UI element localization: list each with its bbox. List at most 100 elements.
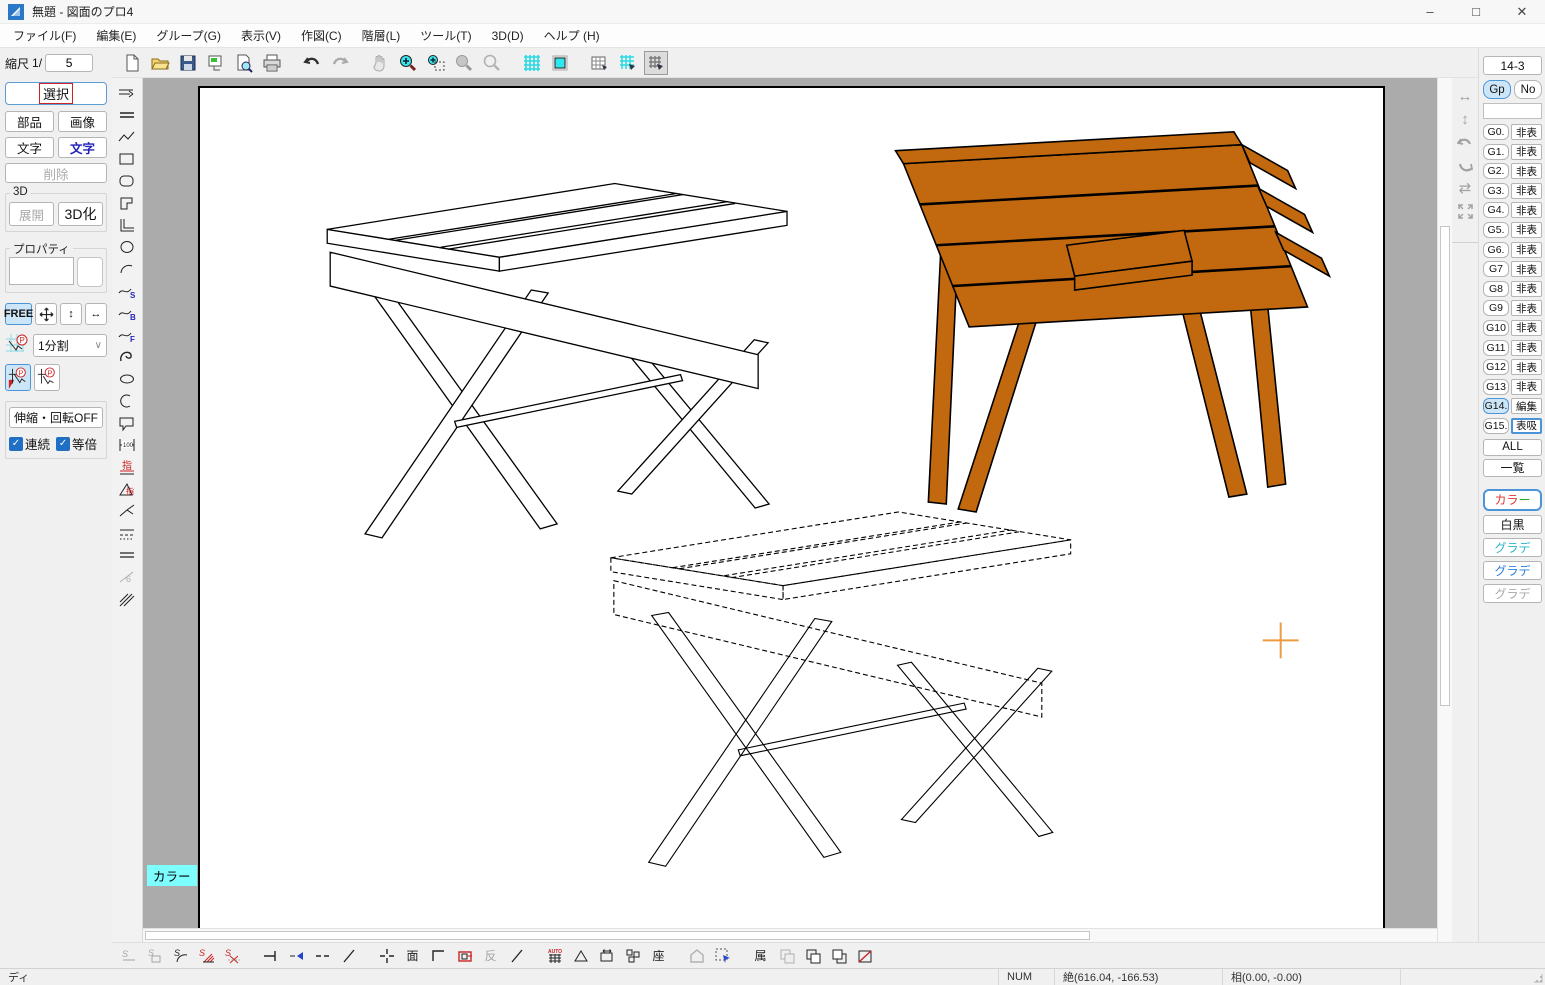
layer-g13-state[interactable]: 非表 [1511,379,1542,395]
layer-g14-state[interactable]: 編集 [1511,398,1542,414]
menu-edit[interactable]: 編集(E) [87,24,145,47]
equal-scale-checkbox[interactable]: ✓ 等倍 [56,434,97,453]
parallel-lines-icon[interactable] [115,104,139,125]
fit-view-icon[interactable] [1455,201,1475,221]
dimension-icon[interactable]: 100 [115,434,139,455]
snap-grid-icon[interactable]: S [144,945,165,966]
grid-snap-icon[interactable]: P [5,333,30,358]
measure-disabled-icon[interactable]: 6 [115,566,139,587]
display-gradient3-button[interactable]: グラデ [1483,584,1542,603]
layer-g4-state[interactable]: 非表 [1511,202,1542,218]
zoom-in-icon[interactable] [396,51,420,75]
delete-button[interactable]: 削除 [5,163,107,183]
layer-g7-state[interactable]: 非表 [1511,261,1542,277]
horizontal-scrollbar[interactable] [143,928,1437,942]
auto-dimension-icon[interactable]: AUTO [544,945,565,966]
continuous-checkbox[interactable]: ✓ 連続 [9,434,50,453]
save-icon[interactable] [176,51,200,75]
ellipse-icon[interactable] [115,368,139,389]
scale-input[interactable] [45,54,93,72]
layer-g15-button[interactable]: G15. [1483,418,1509,434]
balloon-icon[interactable] [115,412,139,433]
layer-g2-button[interactable]: G2. [1483,163,1509,179]
linetype-double-icon[interactable] [115,544,139,565]
table-wireframe[interactable] [327,184,787,538]
zoom-window-icon[interactable] [424,51,448,75]
close-button[interactable]: ✕ [1499,0,1545,23]
menu-help[interactable]: ヘルプ (H) [535,24,609,47]
sheet-settings-icon[interactable] [588,51,612,75]
table-rendered-3d[interactable] [896,132,1330,512]
select-area-icon[interactable] [712,945,733,966]
hatch-lines-icon[interactable] [115,588,139,609]
layer-g7-button[interactable]: G7 [1483,261,1509,277]
divide-select[interactable]: 1分割 ∨ [33,334,107,357]
layer-g3-button[interactable]: G3. [1483,183,1509,199]
flip-horizontal-icon[interactable]: ↔ [1455,86,1475,106]
image-button[interactable]: 画像 [58,111,107,132]
vertical-scrollbar[interactable] [1437,78,1452,942]
open-file-icon[interactable] [148,51,172,75]
vertical-scrollbar-thumb[interactable] [1440,226,1450,706]
bend-line-icon[interactable] [115,500,139,521]
expand-button[interactable]: 展開 [9,202,54,226]
reverse-icon[interactable]: 反 [480,945,501,966]
layer-g2-state[interactable]: 非表 [1511,163,1542,179]
property-field[interactable] [9,257,74,285]
spline-b-icon[interactable]: B [115,302,139,323]
layer-g0-state[interactable]: 非表 [1511,124,1542,140]
menu-3d[interactable]: 3D(D) [483,26,533,46]
snap-point-off-button[interactable]: P [34,364,60,391]
rotate-right-icon[interactable] [1455,155,1475,175]
copy-layer-icon[interactable] [776,945,797,966]
arc-icon[interactable] [115,258,139,279]
rotate-left-icon[interactable] [1455,132,1475,152]
drawing-page[interactable] [198,86,1385,931]
layer-g5-state[interactable]: 非表 [1511,222,1542,238]
horizontal-scrollbar-thumb[interactable] [145,931,1090,940]
minimize-button[interactable]: – [1407,0,1453,23]
layer-g13-button[interactable]: G13 [1483,379,1509,395]
layer-list-button[interactable]: 一覧 [1483,459,1542,477]
layer-g6-state[interactable]: 非表 [1511,242,1542,258]
slash-icon[interactable] [338,945,359,966]
property-button[interactable] [77,257,103,287]
layer-g11-state[interactable]: 非表 [1511,340,1542,356]
zoom-out-icon[interactable] [452,51,476,75]
redo-icon[interactable] [328,51,352,75]
layer-g10-button[interactable]: G10 [1483,320,1509,336]
move-all-directions-button[interactable] [35,303,57,325]
move-vertical-button[interactable]: ↕ [60,303,82,325]
text-button[interactable]: 文字 [5,137,54,158]
print-icon[interactable] [260,51,284,75]
spline-s-icon[interactable]: S [115,280,139,301]
point-arrow-icon[interactable] [286,945,307,966]
layer-grid-settings-icon[interactable] [644,51,668,75]
rounded-rectangle-icon[interactable] [115,170,139,191]
attribute-icon[interactable]: 属 [750,945,771,966]
line-end-icon[interactable] [260,945,281,966]
snap-point-on-button[interactable]: P [5,364,31,391]
line-arrow-icon[interactable] [115,82,139,103]
linetype-dashed-icon[interactable] [115,522,139,543]
menu-tool[interactable]: ツール(T) [411,24,480,47]
snap-arc-icon[interactable]: S [170,945,191,966]
background-color-icon[interactable] [548,51,572,75]
layer-g14-button[interactable]: G14. [1483,398,1509,414]
hook-curve-icon[interactable] [115,346,139,367]
layer-g5-button[interactable]: G5. [1483,222,1509,238]
overlap-back-icon[interactable] [828,945,849,966]
fit-rect-icon[interactable] [596,945,617,966]
layer-g4-button[interactable]: G4. [1483,202,1509,218]
layer-g8-state[interactable]: 非表 [1511,281,1542,297]
resize-grip[interactable] [1529,969,1545,985]
snap-free-icon[interactable]: S [118,945,139,966]
display-gradient1-button[interactable]: グラデ [1483,538,1542,557]
sheet-button[interactable]: 14-3 [1483,56,1542,75]
display-mono-button[interactable]: 白黒 [1483,515,1542,534]
layer-g8-button[interactable]: G8 [1483,281,1509,297]
all-layers-button[interactable]: ALL [1483,439,1542,456]
swap-icon[interactable]: ⇄ [1455,178,1475,198]
new-file-icon[interactable] [120,51,144,75]
layer-g15-state[interactable]: 表吸 [1511,418,1542,434]
